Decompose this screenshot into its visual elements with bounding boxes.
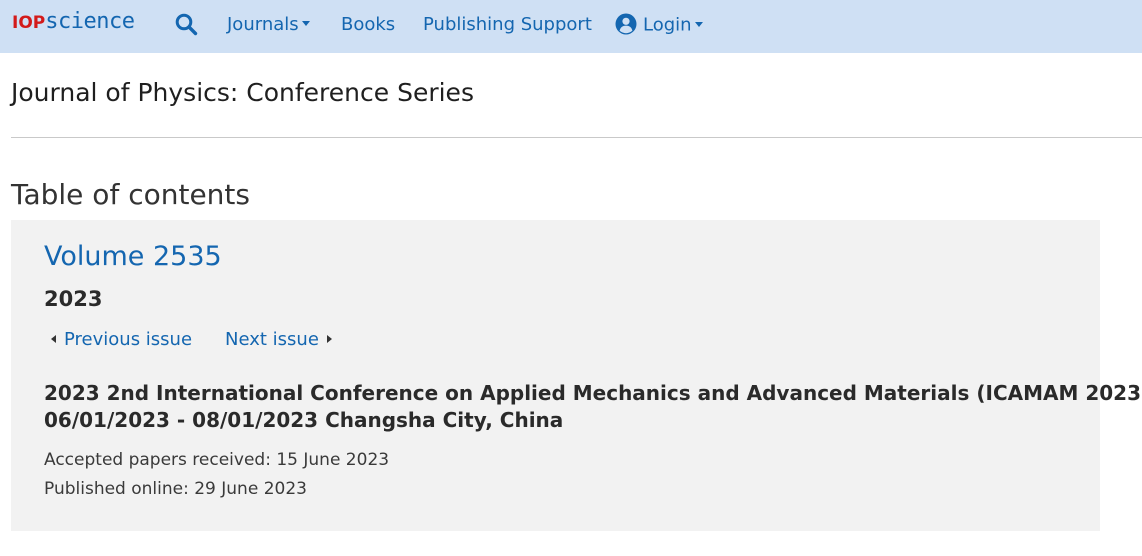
iopscience-logo[interactable]: IOP science	[12, 9, 135, 39]
volume-title: Volume 2535	[44, 241, 222, 272]
nav-journals-label: Journals	[227, 14, 299, 35]
next-issue-label: Next issue	[225, 329, 319, 350]
logo-iop-text: IOP	[12, 13, 46, 33]
published-date: Published online: 29 June 2023	[44, 479, 307, 499]
search-icon[interactable]	[174, 12, 198, 36]
volume-info-panel: Volume 2535 2023 Previous issue Next iss…	[11, 220, 1142, 531]
nav-publishing-support-label: Publishing Support	[423, 14, 592, 35]
nav-publishing-support-link[interactable]: Publishing Support	[423, 13, 592, 37]
user-icon	[615, 13, 637, 35]
previous-issue-label: Previous issue	[64, 329, 193, 350]
conference-details: 2023 2nd International Conference on App…	[44, 380, 1142, 434]
previous-issue-link[interactable]: Previous issue	[51, 329, 192, 350]
conference-dates-location: 06/01/2023 - 08/01/2023 Changsha City, C…	[44, 408, 564, 432]
conference-name: 2023 2nd International Conference on App…	[44, 381, 1142, 405]
nav-login-label: Login	[643, 14, 692, 36]
caret-left-icon	[51, 334, 56, 343]
chevron-down-icon	[694, 21, 703, 27]
caret-right-icon	[326, 334, 332, 343]
top-navbar: IOP science Journals Books Publishing Sup…	[0, 0, 1142, 53]
journal-title-link[interactable]: Journal of Physics: Conference Series	[11, 78, 474, 107]
accepted-date: Accepted papers received: 15 June 2023	[44, 450, 390, 470]
logo-science-text: science	[45, 9, 135, 34]
nav-login-menu[interactable]: Login	[615, 13, 703, 38]
next-issue-link[interactable]: Next issue	[225, 329, 332, 350]
nav-books-label: Books	[341, 14, 396, 35]
chevron-down-icon	[301, 21, 310, 26]
header-divider	[11, 137, 1142, 138]
volume-year: 2023	[44, 287, 103, 311]
nav-books-link[interactable]: Books	[341, 13, 395, 37]
nav-journals-menu[interactable]: Journals	[227, 13, 310, 37]
toc-heading: Table of contents	[11, 178, 250, 211]
